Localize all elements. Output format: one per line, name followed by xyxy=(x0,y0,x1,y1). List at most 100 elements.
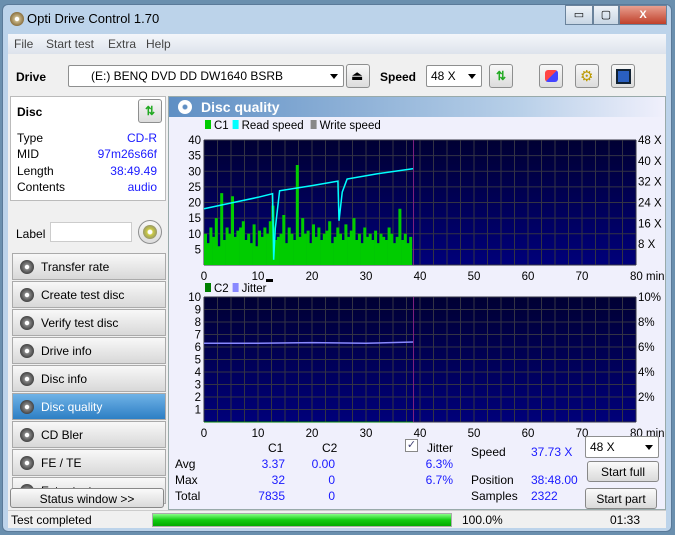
c1-bar xyxy=(363,227,367,265)
legend-swatch xyxy=(232,120,239,129)
panel-title: Disc quality xyxy=(201,99,280,115)
nav-drive-info[interactable]: Drive info xyxy=(12,337,166,364)
nav-verify-test-disc[interactable]: Verify test disc xyxy=(12,309,166,336)
c1-bar xyxy=(349,230,353,265)
c1-bar xyxy=(276,236,280,265)
c1-bar xyxy=(339,233,342,265)
disc-icon xyxy=(20,288,34,302)
status-text: Test completed xyxy=(11,513,92,527)
c2-avg: 0.00 xyxy=(311,457,335,471)
c1-bar xyxy=(212,236,216,265)
nav-disc-quality[interactable]: Disc quality xyxy=(12,393,166,420)
y2-tick-label: 16 X xyxy=(638,218,662,230)
disc-icon xyxy=(20,456,34,470)
samples-value: 2322 xyxy=(531,489,558,503)
c1-bar xyxy=(333,236,337,265)
y2-tick-label: 48 X xyxy=(638,135,662,147)
menu-help[interactable]: Help xyxy=(146,37,171,51)
c1-bar xyxy=(344,224,348,265)
progress-fill xyxy=(153,514,451,526)
x-tick-label: 60 xyxy=(522,271,535,283)
eject-button[interactable]: ⏏ xyxy=(346,64,370,88)
chevron-down-icon xyxy=(468,74,476,79)
app-icon xyxy=(10,12,24,26)
nav-label: Transfer rate xyxy=(41,260,110,274)
test-speed-select[interactable]: 48 X xyxy=(585,436,659,458)
jitter-checkbox[interactable]: ✓ xyxy=(405,439,418,452)
x-tick-label: 20 xyxy=(306,428,319,440)
menu-start-test[interactable]: Start test xyxy=(46,37,94,51)
c1-bar xyxy=(263,227,267,265)
y2-tick-label: 24 X xyxy=(638,198,662,210)
nav-create-test-disc[interactable]: Create test disc xyxy=(12,281,166,308)
c1-bar xyxy=(330,243,334,265)
c1-bar xyxy=(401,240,405,265)
position-label: Position xyxy=(471,473,514,487)
start-part-button[interactable]: Start part xyxy=(585,488,657,509)
save-button[interactable] xyxy=(611,64,635,88)
nav-label: Verify test disc xyxy=(41,316,119,330)
x-tick-label: 20 xyxy=(306,271,319,283)
disc-title: Disc xyxy=(17,105,43,119)
c1-bar xyxy=(379,233,383,265)
refresh-disc-button[interactable]: ⇅ xyxy=(138,99,162,123)
c1-bar xyxy=(220,193,224,265)
x-tick-label: 10 xyxy=(252,271,265,283)
speed-select[interactable]: 48 X xyxy=(426,65,482,87)
legend-marker xyxy=(266,279,273,282)
settings-button[interactable]: ⚙ xyxy=(575,64,599,88)
progress-text: 100.0% xyxy=(462,513,503,527)
legend-read-speed: Read speed xyxy=(242,120,304,132)
y-tick-label: 20 xyxy=(188,198,201,210)
nav-disc-info[interactable]: Disc info xyxy=(12,365,166,392)
erase-button[interactable] xyxy=(539,64,563,88)
c1-bar xyxy=(231,196,234,265)
label-disc-button[interactable] xyxy=(138,220,162,244)
c1-bar xyxy=(266,233,270,265)
close-button[interactable]: X xyxy=(619,5,667,25)
menu-bar: File Start test Extra Help xyxy=(8,34,666,54)
y-tick-label: 5 xyxy=(195,244,201,256)
c1-bar xyxy=(279,233,283,265)
menu-file[interactable]: File xyxy=(14,37,33,51)
c1-bar xyxy=(222,240,226,265)
eject-icon: ⏏ xyxy=(351,68,364,83)
y-tick-label: 10 xyxy=(188,229,201,241)
c1-bar xyxy=(328,221,332,265)
legend-c2: C2 xyxy=(214,283,229,295)
left-panel: Disc ⇅ Type CD-R MID 97m26s66f Length 38:49… xyxy=(10,96,166,504)
minimize-button[interactable]: ▭ xyxy=(565,5,593,25)
c2-header: C2 xyxy=(322,441,338,455)
nav-fe-te[interactable]: FE / TE xyxy=(12,449,166,476)
progress-bar xyxy=(152,513,452,527)
c1-bar xyxy=(384,240,388,265)
c1-bar xyxy=(241,221,245,265)
c1-bar xyxy=(255,246,259,265)
refresh-icon: ⇅ xyxy=(495,69,507,83)
c1-bar xyxy=(282,215,286,265)
type-value: CD-R xyxy=(127,131,157,145)
jitter-header: Jitter xyxy=(427,441,454,455)
status-window-button[interactable]: Status window >> xyxy=(10,488,164,508)
maximize-button[interactable]: ▢ xyxy=(593,5,619,25)
c1-bar xyxy=(374,230,378,265)
nav-transfer-rate[interactable]: Transfer rate xyxy=(12,253,166,280)
legend-swatch xyxy=(205,283,211,292)
chevron-down-icon xyxy=(645,445,653,450)
legend-c1: C1 xyxy=(214,120,229,132)
disc-icon xyxy=(20,428,34,442)
menu-extra[interactable]: Extra xyxy=(108,37,136,51)
start-full-button[interactable]: Start full xyxy=(587,461,659,482)
drive-select[interactable]: (E:) BENQ DVD DD DW1640 BSRB xyxy=(68,65,344,87)
y-tick-label: 1 xyxy=(195,405,201,417)
label-input[interactable] xyxy=(50,222,132,242)
stat-row-label: Avg xyxy=(175,457,196,471)
c1-bar xyxy=(285,243,288,265)
c1-bar xyxy=(252,224,256,265)
length-value: 38:49.49 xyxy=(110,164,157,178)
nav-cd-bler[interactable]: CD Bler xyxy=(12,421,166,448)
disc-quality-icon xyxy=(178,100,192,114)
drive-value: (E:) BENQ DVD DD DW1640 BSRB xyxy=(91,69,284,83)
y-tick-label: 10 xyxy=(188,292,201,304)
refresh-speed-button[interactable]: ⇅ xyxy=(489,64,513,88)
